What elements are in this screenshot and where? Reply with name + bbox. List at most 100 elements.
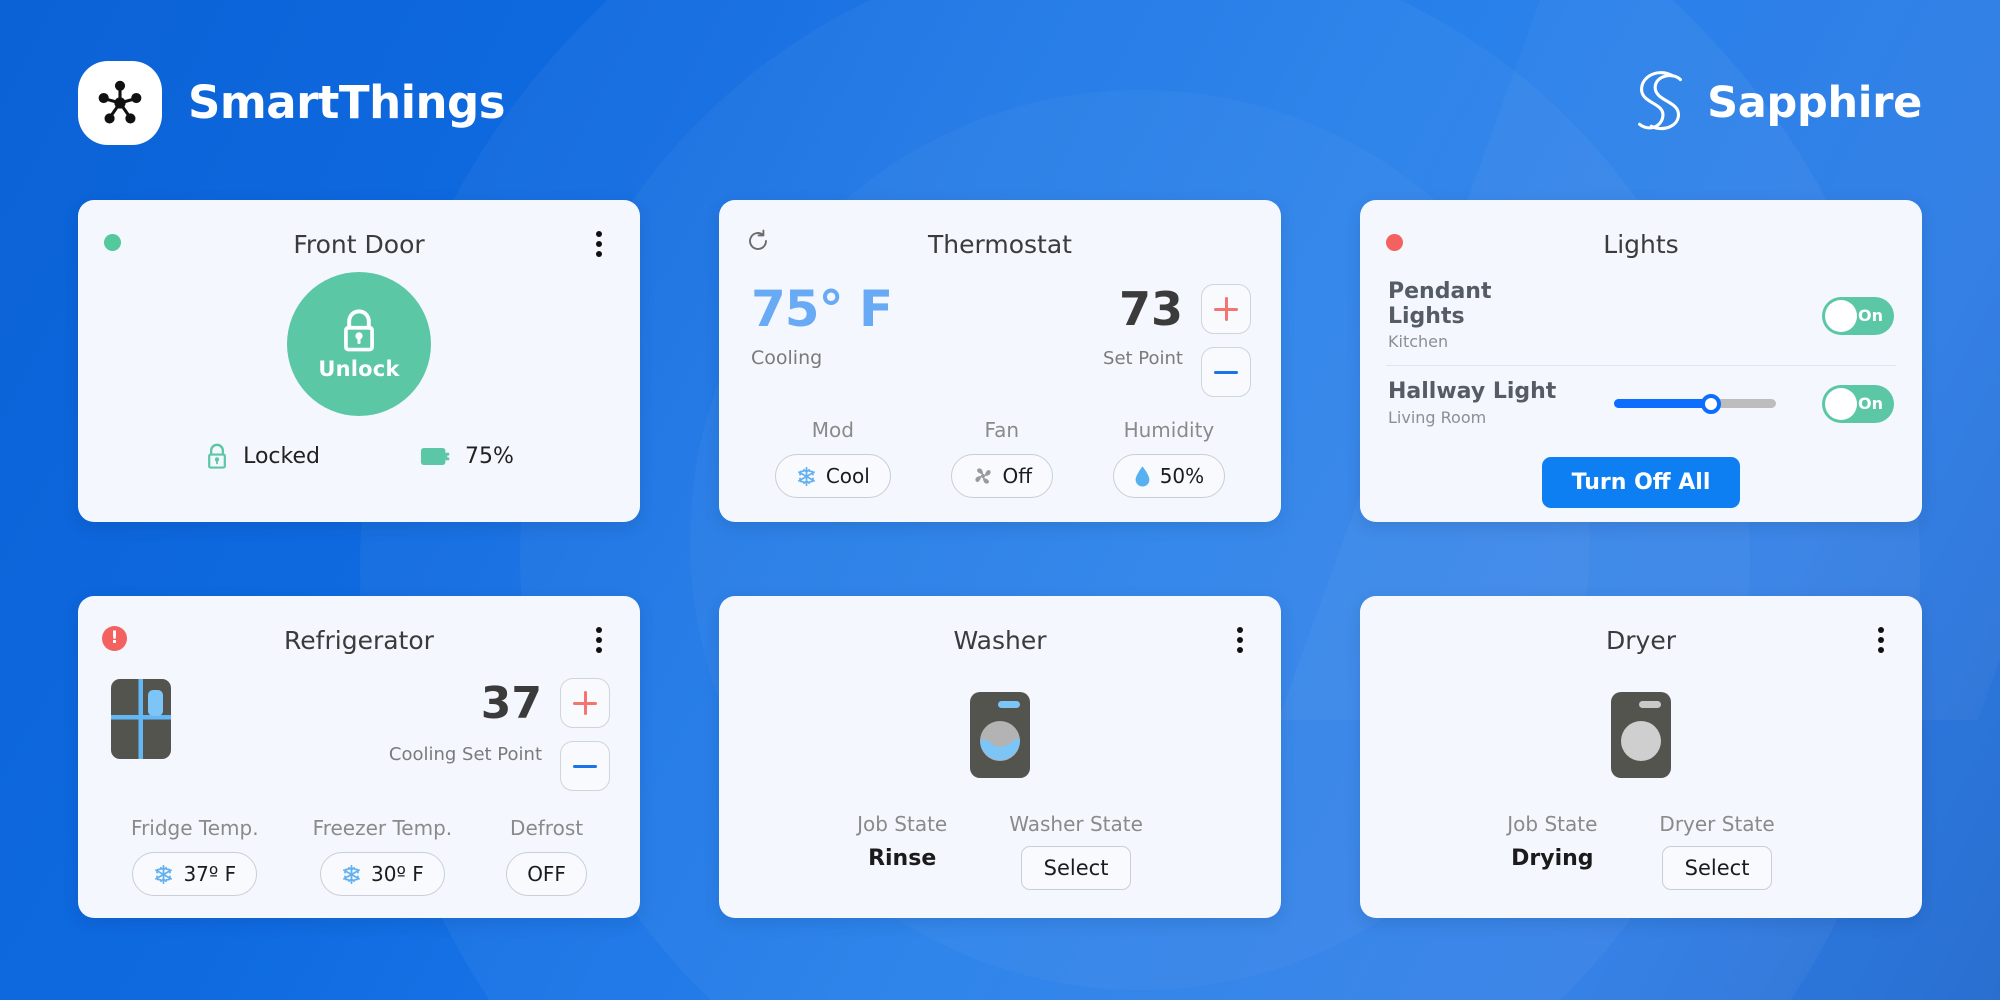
freezer-temp-control: Freezer Temp. 30º F bbox=[313, 816, 452, 896]
device-card-grid: Front Door Unlock Locked 75% Thermostat … bbox=[78, 200, 1922, 918]
turn-off-all-row: Turn Off All bbox=[1386, 441, 1896, 508]
card-washer[interactable]: Washer Job State Rinse Washer State Sele… bbox=[719, 596, 1281, 918]
fan-icon bbox=[974, 468, 991, 484]
sapphire-wordmark: Sapphire bbox=[1707, 77, 1922, 128]
lock-small-icon bbox=[208, 443, 226, 469]
card-header: Lights bbox=[1386, 222, 1896, 266]
control-label: Humidity bbox=[1123, 418, 1215, 442]
light-slider-slot bbox=[1568, 393, 1822, 414]
washer-state-select-button[interactable]: Select bbox=[1020, 846, 1132, 890]
dryer-state-select-button[interactable]: Select bbox=[1661, 846, 1773, 890]
refresh-icon[interactable] bbox=[745, 228, 771, 254]
card-front-door[interactable]: Front Door Unlock Locked 75% bbox=[78, 200, 640, 522]
setpoint-decrease-button[interactable] bbox=[1201, 347, 1251, 397]
minus-icon bbox=[1214, 370, 1238, 374]
toggle-state-label: On bbox=[1858, 394, 1883, 414]
status-dot-offline-icon bbox=[1386, 234, 1403, 251]
light-toggle-pendant[interactable]: On bbox=[1822, 296, 1894, 335]
page-title: Front Door bbox=[293, 229, 425, 259]
cooling-setpoint-block: 37 Cooling Set Point bbox=[389, 678, 542, 766]
setpoint-block: 73 Set Point bbox=[1103, 284, 1183, 369]
battery-icon bbox=[420, 448, 450, 465]
minus-icon bbox=[573, 764, 597, 768]
defrost-control: Defrost OFF bbox=[506, 816, 587, 896]
freezer-temp-value: 30º F bbox=[371, 862, 424, 886]
mode-button[interactable]: Cool bbox=[774, 454, 891, 498]
card-refrigerator[interactable]: ! Refrigerator 37 Cooling Set Point Frid… bbox=[78, 596, 640, 918]
toggle-state-label: On bbox=[1858, 306, 1883, 326]
control-label: Mod bbox=[811, 418, 854, 442]
card-header: Thermostat bbox=[745, 222, 1255, 266]
card-header: ! Refrigerator bbox=[102, 618, 614, 662]
brightness-slider[interactable] bbox=[1614, 393, 1776, 414]
refrigerator-icon bbox=[110, 678, 172, 764]
setpoint-label: Set Point bbox=[1103, 348, 1183, 369]
current-temperature-block: 75° F Cooling bbox=[751, 284, 893, 369]
washer-icon bbox=[969, 691, 1031, 783]
light-name: Pendant Lights bbox=[1388, 279, 1492, 329]
fridge-temp-button[interactable]: 37º F bbox=[132, 852, 258, 896]
light-toggle-hallway[interactable]: On bbox=[1822, 384, 1894, 423]
battery-status: 75% bbox=[420, 444, 514, 469]
setpoint-value: 73 bbox=[1118, 282, 1183, 336]
page-title: Washer bbox=[953, 625, 1047, 655]
water-drop-icon bbox=[1135, 466, 1150, 487]
current-mode-label: Cooling bbox=[751, 347, 823, 369]
overflow-menu-icon[interactable] bbox=[1227, 624, 1253, 656]
humidity-button[interactable]: 50% bbox=[1112, 454, 1226, 498]
dryer-status-row: Job State Drying Dryer State Select bbox=[1386, 812, 1896, 898]
plus-icon bbox=[1214, 297, 1238, 321]
machine-state-label: Washer State bbox=[1009, 812, 1143, 836]
lock-status: Locked bbox=[204, 442, 320, 471]
fan-button[interactable]: Off bbox=[950, 454, 1054, 498]
cooling-decrease-button[interactable] bbox=[560, 741, 610, 791]
thermostat-fan-control: Fan Off bbox=[950, 418, 1054, 498]
defrost-button[interactable]: OFF bbox=[506, 852, 587, 896]
lock-status-label: Locked bbox=[243, 444, 320, 469]
thermostat-controls-row: Mod Cool Fan Off Humidity 50% bbox=[745, 418, 1255, 502]
turn-off-all-button[interactable]: Turn Off All bbox=[1541, 456, 1741, 508]
battery-level-label: 75% bbox=[464, 444, 514, 469]
refrigerator-controls-row: Fridge Temp. 37º F Freezer Temp. 30º F D… bbox=[104, 816, 614, 898]
job-state-label: Job State bbox=[857, 812, 948, 836]
smartthings-brand: SmartThings bbox=[78, 60, 506, 145]
card-dryer[interactable]: Dryer Job State Drying Dryer State Selec… bbox=[1360, 596, 1922, 918]
job-state-label: Job State bbox=[1507, 812, 1598, 836]
light-room: Kitchen bbox=[1388, 332, 1449, 352]
washer-status-row: Job State Rinse Washer State Select bbox=[745, 812, 1255, 898]
control-label: Fan bbox=[984, 418, 1020, 442]
machine-state-label: Dryer State bbox=[1659, 812, 1775, 836]
refrigerator-readout: 37 Cooling Set Point bbox=[104, 662, 614, 791]
brightness-slider-fill bbox=[1614, 399, 1712, 409]
page-title: Dryer bbox=[1606, 625, 1676, 655]
mode-value: Cool bbox=[825, 464, 870, 488]
card-header: Washer bbox=[745, 618, 1255, 662]
snowflake-icon bbox=[797, 466, 815, 486]
lock-icon bbox=[344, 309, 374, 352]
card-header: Dryer bbox=[1386, 618, 1896, 662]
light-room: Living Room bbox=[1388, 407, 1487, 427]
brightness-slider-thumb[interactable] bbox=[1701, 393, 1722, 414]
card-header: Front Door bbox=[104, 222, 614, 266]
setpoint-increase-button[interactable] bbox=[1201, 284, 1251, 334]
job-state-value: Rinse bbox=[868, 846, 937, 871]
plus-icon bbox=[573, 691, 597, 715]
control-label: Defrost bbox=[510, 816, 584, 840]
overflow-menu-icon[interactable] bbox=[586, 624, 612, 656]
fan-value: Off bbox=[1002, 464, 1033, 488]
defrost-value: OFF bbox=[527, 862, 566, 886]
freezer-temp-button[interactable]: 30º F bbox=[320, 852, 445, 896]
cooling-increase-button[interactable] bbox=[560, 678, 610, 728]
cooling-setpoint-value: 37 bbox=[480, 678, 542, 729]
card-lights[interactable]: Lights Pendant Lights Kitchen On Hallway… bbox=[1360, 200, 1922, 522]
dryer-icon bbox=[1610, 691, 1672, 783]
setpoint-stepper bbox=[1201, 284, 1251, 397]
light-row-pendant: Pendant Lights Kitchen On bbox=[1386, 266, 1896, 367]
overflow-menu-icon[interactable] bbox=[586, 228, 612, 260]
snowflake-icon bbox=[155, 864, 173, 884]
unlock-button[interactable]: Unlock bbox=[287, 272, 431, 416]
dryer-job-state: Job State Drying bbox=[1507, 812, 1597, 890]
light-row-hallway: Hallway Light Living Room On bbox=[1386, 366, 1896, 441]
card-thermostat[interactable]: Thermostat 75° F Cooling 73 Set Point Mo… bbox=[719, 200, 1281, 522]
overflow-menu-icon[interactable] bbox=[1868, 624, 1894, 656]
